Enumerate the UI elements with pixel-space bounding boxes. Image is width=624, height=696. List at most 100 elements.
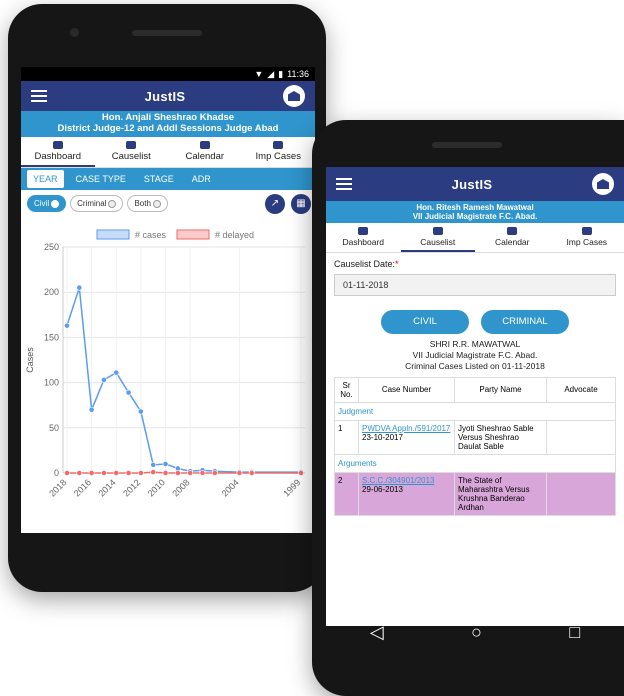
calendar-icon	[199, 140, 210, 149]
case-filters: Civil Criminal Both ↗ ▦	[21, 190, 315, 218]
radio-icon	[108, 199, 117, 208]
y-tick-label: 50	[49, 423, 59, 433]
home-icon[interactable]: ○	[164, 510, 175, 531]
android-nav-bar: ◁ ○ □	[21, 490, 315, 550]
civil-button[interactable]: CIVIL	[381, 310, 469, 335]
col-case-number: Case Number	[358, 376, 455, 403]
data-point	[174, 470, 181, 476]
criminal-button[interactable]: CRIMINAL	[481, 310, 569, 335]
legend-swatch	[96, 229, 130, 240]
sr-no: 1	[334, 419, 359, 455]
data-point	[101, 470, 107, 476]
tab-causelist[interactable]: Causelist	[95, 137, 169, 167]
subtab-stage[interactable]: STAGE	[138, 170, 180, 188]
data-point	[211, 470, 218, 476]
bookmark-icon	[581, 227, 592, 236]
phone-causelist: JustIS Hon. Ritesh Ramesh Mawatwal VII J…	[312, 120, 624, 696]
data-point	[162, 470, 169, 476]
advocate	[546, 419, 616, 455]
subtab-adr[interactable]: ADR	[186, 170, 217, 188]
data-point	[76, 284, 83, 291]
filter-both[interactable]: Both	[127, 195, 168, 213]
party-name: Jyoti Sheshrao Sable Versus Sheshrao Dau…	[454, 419, 547, 455]
radio-icon	[152, 199, 161, 208]
tab-calendar[interactable]: Calendar	[168, 137, 242, 167]
radio-icon	[51, 199, 60, 208]
dashboard-icon	[52, 140, 63, 149]
judge-designation: VII Judicial Magistrate F.C. Abad.	[412, 212, 538, 222]
case-number-cell: S.C.C./304901/2013 29-06-2013	[358, 471, 455, 516]
filter-civil[interactable]: Civil	[27, 195, 67, 213]
grid-icon[interactable]: ▦	[291, 193, 311, 214]
data-point	[113, 369, 120, 376]
y-tick-label: 0	[54, 468, 59, 478]
dashboard-icon	[358, 227, 369, 236]
subtab-year[interactable]: YEAR	[27, 169, 64, 188]
data-point	[125, 470, 132, 476]
col-advocate: Advocate	[546, 376, 616, 403]
cases-by-year-chart: # cases # delayed050100150200250Cases2018…	[25, 229, 305, 499]
speaker-grille	[132, 30, 202, 36]
tab-imp-cases[interactable]: Imp Cases	[242, 137, 316, 167]
recents-icon[interactable]: □	[261, 510, 272, 531]
data-point	[236, 470, 243, 476]
group-row: Arguments	[334, 453, 616, 473]
list-icon	[432, 227, 443, 236]
causelist-date-input[interactable]: 01-11-2018	[334, 274, 616, 297]
dashboard-screen: ▼ ◢ ▮ 11:36 JustIS Hon. Anjali Sheshrao …	[21, 67, 315, 533]
subtab-case-type[interactable]: CASE TYPE	[70, 170, 132, 188]
line-chart-icon[interactable]: ↗	[265, 193, 285, 214]
causelist-screen: JustIS Hon. Ritesh Ramesh Mawatwal VII J…	[326, 167, 624, 626]
caption-listing: Criminal Cases Listed on 01-11-2018	[405, 361, 545, 372]
menu-icon[interactable]	[336, 178, 352, 190]
tab-calendar[interactable]: Calendar	[475, 223, 550, 252]
case-number-link[interactable]: S.C.C./304901/2013	[362, 476, 435, 485]
recents-icon[interactable]: □	[569, 622, 580, 643]
group-judgment: Judgment	[334, 401, 616, 421]
filter-criminal[interactable]: Criminal	[70, 195, 124, 213]
tab-imp-cases[interactable]: Imp Cases	[550, 223, 624, 252]
data-point	[76, 470, 83, 476]
data-point	[298, 470, 304, 476]
tab-dashboard[interactable]: Dashboard	[21, 137, 95, 167]
data-point	[162, 461, 169, 467]
home-icon[interactable]: ○	[471, 622, 482, 643]
back-icon[interactable]: ◁	[370, 622, 384, 643]
group-row: Judgment	[334, 401, 616, 421]
data-point	[88, 470, 95, 476]
phone-dashboard: ▼ ◢ ▮ 11:36 JustIS Hon. Anjali Sheshrao …	[8, 4, 326, 592]
causelist-table: Sr No. Case Number Party Name Advocate J…	[334, 376, 616, 516]
advocate	[546, 471, 616, 516]
legend-swatch	[176, 229, 210, 240]
data-point	[88, 406, 95, 413]
y-tick-label: 150	[44, 332, 59, 342]
judge-name: Hon. Ritesh Ramesh Mawatwal	[416, 203, 534, 212]
case-date: 23-10-2017	[362, 432, 403, 442]
app-title: JustIS	[451, 176, 493, 192]
case-number-link[interactable]: PWDVA Appln./591/2017	[362, 424, 450, 433]
case-type-buttons: CIVIL CRIMINAL	[334, 310, 616, 335]
data-point	[64, 322, 70, 329]
tab-dashboard[interactable]: Dashboard	[326, 223, 401, 252]
status-bar: ▼ ◢ ▮ 11:36	[21, 67, 315, 81]
group-arguments: Arguments	[334, 453, 616, 473]
bookmark-icon	[273, 140, 284, 149]
sr-no: 2	[334, 471, 359, 516]
y-tick-label: 200	[44, 287, 59, 297]
y-axis-label: Cases	[25, 347, 35, 373]
main-tabs: Dashboard Causelist Calendar Imp Cases	[21, 136, 316, 168]
required-mark: *	[395, 259, 399, 270]
case-number-cell: PWDVA Appln./591/2017 23-10-2017	[358, 419, 455, 455]
col-party-name: Party Name	[454, 376, 547, 403]
causelist-date-label: Causelist Date:*	[334, 259, 399, 270]
app-bar: JustIS	[326, 167, 624, 201]
back-icon[interactable]: ◁	[64, 510, 78, 531]
data-point	[113, 470, 120, 476]
data-point	[137, 408, 144, 415]
court-logo-icon[interactable]	[591, 173, 614, 195]
calendar-icon	[507, 227, 518, 236]
menu-icon[interactable]	[31, 90, 47, 102]
court-logo-icon[interactable]	[282, 85, 305, 107]
y-tick-label: 100	[44, 378, 59, 388]
tab-causelist[interactable]: Causelist	[400, 223, 475, 253]
